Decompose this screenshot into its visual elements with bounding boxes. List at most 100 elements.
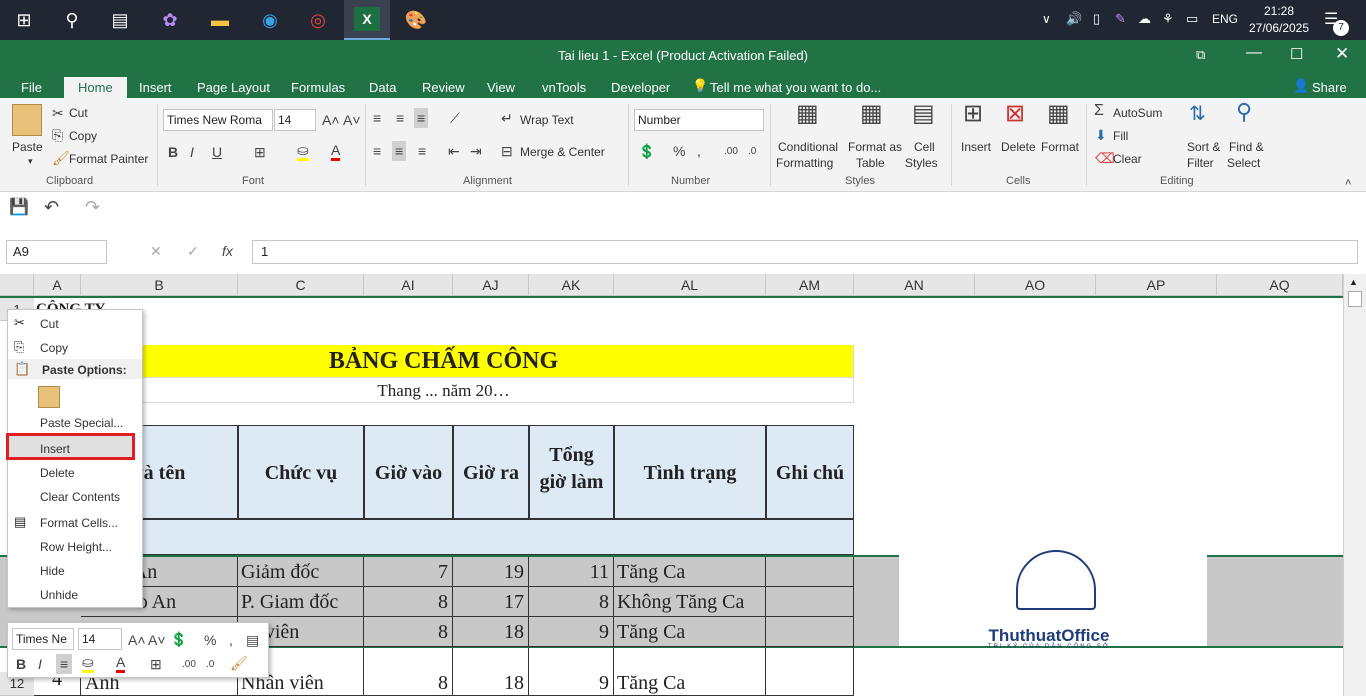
redo-icon[interactable]: ↷ xyxy=(85,198,100,216)
language-indicator[interactable]: ENG xyxy=(1212,12,1238,26)
column-header[interactable]: AM xyxy=(766,274,854,296)
column-header[interactable]: AL xyxy=(614,274,766,296)
tab-data[interactable]: Data xyxy=(369,77,396,98)
search-icon[interactable]: ⚲ xyxy=(58,6,86,34)
cell-out[interactable]: 17 xyxy=(453,587,529,617)
tab-review[interactable]: Review xyxy=(422,77,465,98)
align-center-icon[interactable]: ≡ xyxy=(56,654,73,674)
chevron-up-icon[interactable]: ∨ xyxy=(1042,12,1051,26)
border-icon[interactable]: ⊞ xyxy=(254,144,266,160)
scroll-thumb[interactable] xyxy=(1348,291,1362,307)
tab-view[interactable]: View xyxy=(487,77,515,98)
cell-out[interactable]: 19 xyxy=(453,557,529,587)
undo-icon[interactable]: ↶ xyxy=(44,198,59,216)
device-icon[interactable]: ▯ xyxy=(1093,11,1100,27)
conditional-formatting-label[interactable]: Conditional xyxy=(778,140,838,154)
collapse-ribbon-icon[interactable]: ˄ xyxy=(1345,175,1351,191)
cell-status[interactable]: Tăng Ca xyxy=(614,617,766,647)
clock-date[interactable]: 27/06/2025 xyxy=(1248,21,1310,35)
name-box[interactable]: A9 xyxy=(6,240,107,264)
cell-note[interactable] xyxy=(766,587,854,617)
accounting-icon[interactable]: 💲 xyxy=(170,631,187,647)
file-explorer-icon[interactable]: ▬ xyxy=(206,6,234,34)
maximize-button[interactable]: ☐ xyxy=(1290,45,1303,63)
battery-icon[interactable]: ▭ xyxy=(1186,11,1198,27)
decrease-decimal-icon[interactable]: .0 xyxy=(206,657,214,673)
ribbon-display-icon[interactable]: ⧉ xyxy=(1196,47,1205,63)
insert-cells-button[interactable]: Insert xyxy=(961,140,991,154)
scroll-up-icon[interactable]: ▲ xyxy=(1349,277,1358,287)
cell-note[interactable] xyxy=(766,648,854,696)
close-button[interactable]: ✕ xyxy=(1335,44,1349,64)
volume-icon[interactable]: 🔊 xyxy=(1066,11,1082,27)
cell-total[interactable]: 8 xyxy=(529,587,614,617)
cell-out[interactable]: 18 xyxy=(453,648,529,696)
cloud-icon[interactable]: ☁ xyxy=(1138,11,1151,27)
tab-developer[interactable]: Developer xyxy=(611,77,670,98)
tab-vntools[interactable]: vnTools xyxy=(542,77,586,98)
accounting-icon[interactable]: 💲 xyxy=(638,143,655,159)
font-color-icon[interactable]: A xyxy=(116,654,126,673)
formula-input[interactable]: 1 xyxy=(252,240,1358,264)
find-select-label2[interactable]: Select xyxy=(1227,156,1260,170)
column-header[interactable]: AK xyxy=(529,274,614,296)
cell-out[interactable]: 18 xyxy=(453,617,529,647)
tab-formulas[interactable]: Formulas xyxy=(291,77,345,98)
menu-item-delete[interactable]: Delete xyxy=(40,466,75,480)
menu-item-unhide[interactable]: Unhide xyxy=(40,588,78,602)
tell-me-search[interactable]: Tell me what you want to do... xyxy=(710,77,881,98)
network-icon[interactable]: ⚘ xyxy=(1162,11,1174,27)
column-header[interactable]: AI xyxy=(364,274,453,296)
cell-styles-label[interactable]: Cell xyxy=(914,140,935,154)
font-name-dropdown[interactable]: Times New Roma xyxy=(163,109,273,131)
edge-icon[interactable]: ◉ xyxy=(256,6,284,34)
excel-taskbar-button[interactable]: X xyxy=(344,0,390,40)
format-as-table-label[interactable]: Format as xyxy=(848,140,902,154)
decrease-decimal-icon[interactable]: .0 xyxy=(748,144,756,160)
header-position[interactable]: Chức vụ xyxy=(238,425,364,519)
paintbrush-icon[interactable]: 🖌 xyxy=(230,655,248,671)
percent-icon[interactable]: % xyxy=(204,632,216,648)
comma-icon[interactable]: , xyxy=(697,143,701,159)
decrease-font-icon[interactable]: A˅ xyxy=(343,112,361,128)
menu-item-format-cells[interactable]: Format Cells... xyxy=(40,516,118,530)
decrease-indent-icon[interactable]: ⇤ xyxy=(448,143,460,159)
windows-start-icon[interactable]: ⊞ xyxy=(10,6,38,34)
column-header[interactable]: AJ xyxy=(453,274,529,296)
share-button[interactable]: Share xyxy=(1312,77,1347,98)
fill-color-icon[interactable]: ⛀ xyxy=(82,654,94,673)
column-header[interactable]: AQ xyxy=(1217,274,1343,296)
cell-total[interactable]: 9 xyxy=(529,648,614,696)
align-right-icon[interactable]: ≡ xyxy=(418,143,426,159)
sheet-title-cell[interactable]: BẢNG CHẤM CÔNG xyxy=(34,345,854,378)
task-view-icon[interactable]: ▤ xyxy=(106,6,134,34)
cell-note[interactable] xyxy=(766,617,854,647)
column-header[interactable]: C xyxy=(238,274,364,296)
italic-icon[interactable]: I xyxy=(38,656,42,672)
cell-in[interactable]: 8 xyxy=(364,648,453,696)
autosum-button[interactable]: AutoSum xyxy=(1113,106,1162,120)
cell-in[interactable]: 8 xyxy=(364,587,453,617)
format-as-table-label2[interactable]: Table xyxy=(856,156,885,170)
bold-icon[interactable]: B xyxy=(168,144,178,160)
column-header[interactable]: AN xyxy=(854,274,975,296)
cell-in[interactable]: 7 xyxy=(364,557,453,587)
menu-item-cut[interactable]: Cut xyxy=(40,317,59,331)
header-total[interactable]: Tổng giờ làm xyxy=(529,425,614,519)
align-left-icon[interactable]: ≡ xyxy=(373,143,381,159)
menu-item-insert[interactable]: Insert xyxy=(40,442,70,456)
copilot-icon[interactable]: ✿ xyxy=(156,6,184,34)
tab-home[interactable]: Home xyxy=(64,77,127,98)
cell-total[interactable]: 11 xyxy=(529,557,614,587)
column-header[interactable]: AP xyxy=(1096,274,1217,296)
underline-icon[interactable]: U xyxy=(212,144,222,160)
cell-note[interactable] xyxy=(766,557,854,587)
cell-position[interactable]: Giảm đốc xyxy=(238,557,364,587)
header-out[interactable]: Giờ ra xyxy=(453,425,529,519)
increase-font-icon[interactable]: A˄ xyxy=(322,112,340,128)
italic-icon[interactable]: I xyxy=(190,144,194,160)
header-subrow[interactable] xyxy=(81,519,854,555)
paste-button[interactable]: Paste xyxy=(12,140,43,154)
increase-font-icon[interactable]: A˄ xyxy=(128,632,146,648)
mini-font-dropdown[interactable]: Times Ne xyxy=(12,628,74,650)
